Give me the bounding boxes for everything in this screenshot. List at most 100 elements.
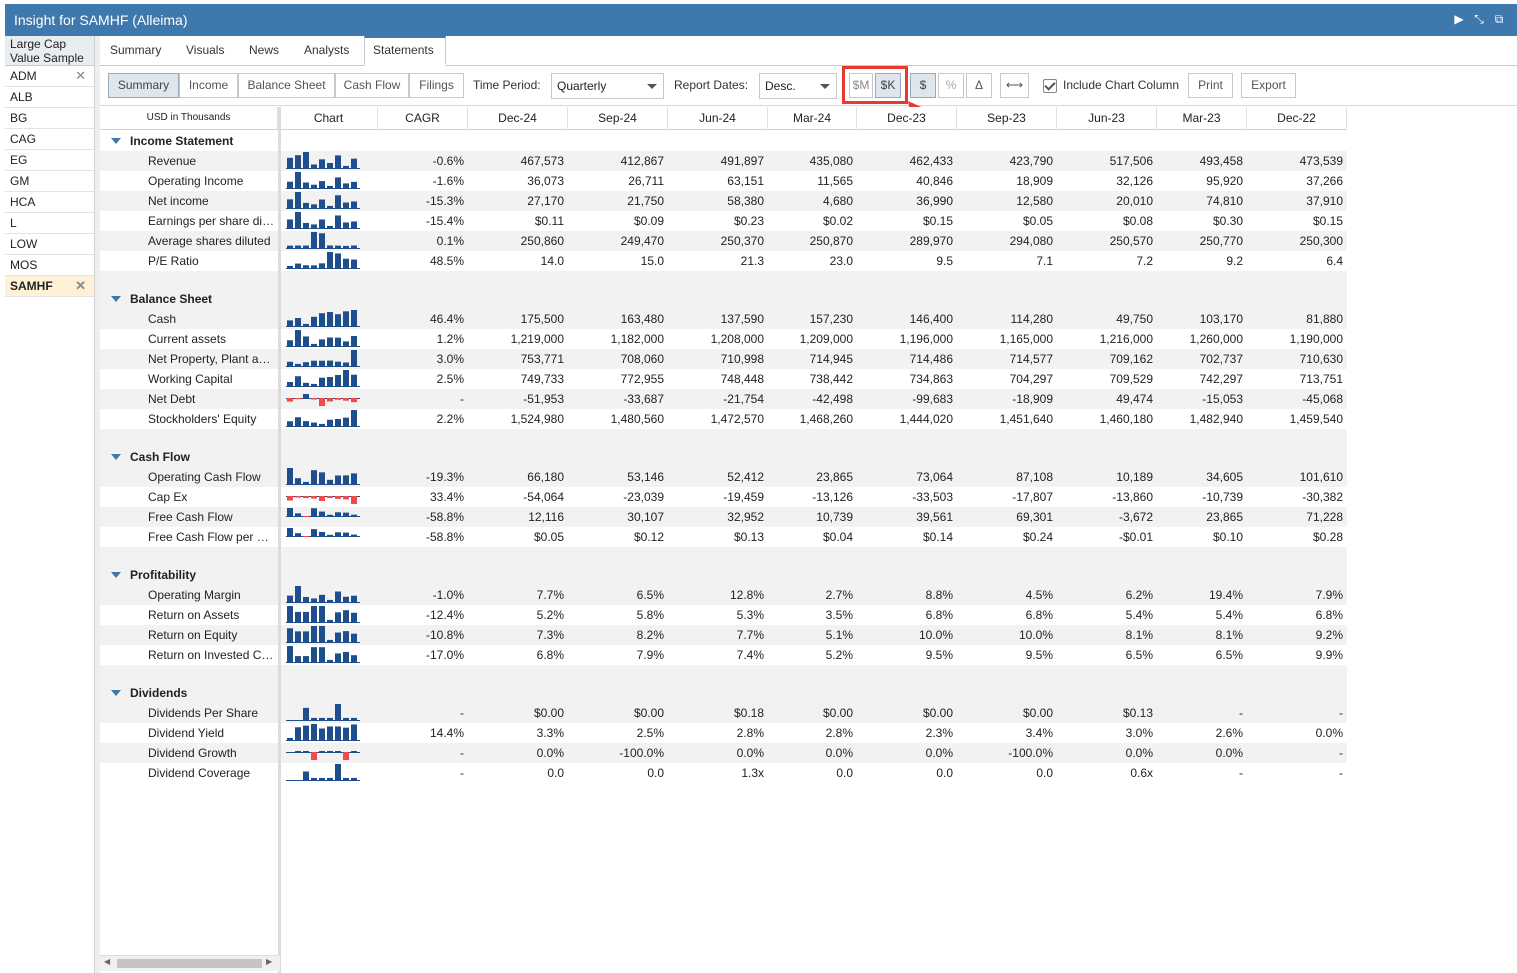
table-cell: 7.2 [1136, 254, 1153, 268]
table-cell: 7.9% [636, 648, 664, 662]
tab-statements[interactable]: Statements [364, 36, 446, 66]
table-row[interactable]: Net Property, Plant and Equipment 3.0% 753… [100, 349, 1347, 369]
table-cell: -33,687 [623, 392, 664, 406]
collapse-triangle-icon[interactable] [111, 454, 121, 460]
remove-icon[interactable]: ✕ [75, 66, 86, 86]
tab-summary[interactable]: Summary [110, 36, 161, 66]
table-row[interactable]: Free Cash Flow -58.8% 12,116 30,107 32,952 10… [100, 507, 1347, 527]
table-row[interactable]: Working Capital 2.5% 749,733 772,955 748,448… [100, 369, 1347, 389]
expand-columns-button[interactable]: ⟷ [1000, 73, 1029, 98]
percent-button[interactable]: % [938, 73, 964, 98]
subtab-summary-button[interactable]: Summary [108, 73, 179, 98]
table-row[interactable]: Dividend Growth - 0.0% -100.0% 0.0% 0.0% 0.0% -… [100, 743, 1347, 763]
table-row[interactable]: Revenue -0.6% 467,573 412,867 491,897 435,080… [100, 151, 1347, 171]
table-cell: -54,064 [523, 490, 564, 504]
period-header[interactable]: Dec-22 [1247, 107, 1347, 130]
period-header[interactable]: Sep-23 [957, 107, 1057, 130]
tab-analysts[interactable]: Analysts [304, 36, 349, 66]
sparkline-bar [303, 362, 309, 366]
horizontal-scrollbar[interactable]: ◀ ▶ [100, 955, 280, 971]
table-row[interactable]: Return on Equity -10.8% 7.3% 8.2% 7.7% 5.1% 10… [100, 625, 1347, 645]
sample-list-item[interactable]: L [5, 213, 94, 234]
sparkline-chart [286, 468, 360, 485]
section-header[interactable]: Dividends [100, 683, 1347, 703]
collapse-triangle-icon[interactable] [111, 138, 121, 144]
period-header[interactable]: Dec-24 [468, 107, 568, 130]
sparkline-bar [287, 199, 293, 208]
table-cell: 1,460,180 [1099, 412, 1153, 426]
tab-visuals[interactable]: Visuals [186, 36, 224, 66]
sparkline-bar [311, 343, 317, 346]
row-label: Working Capital [148, 372, 233, 386]
period-header[interactable]: Dec-23 [857, 107, 957, 130]
table-row[interactable]: Dividends Per Share - $0.00 $0.00 $0.18 $0.00… [100, 703, 1347, 723]
subtab-income-button[interactable]: Income [179, 73, 238, 98]
subtab-filings-button[interactable]: Filings [409, 73, 464, 98]
table-row[interactable]: Stockholders' Equity 2.2% 1,524,980 1,480,5… [100, 409, 1347, 429]
table-row[interactable]: Net Debt - -51,953 -33,687 -21,754 -42,498 -99… [100, 389, 1347, 409]
section-header[interactable]: Cash Flow [100, 447, 1347, 467]
collapse-triangle-icon[interactable] [111, 572, 121, 578]
sparkline-bar [319, 377, 325, 386]
sample-list-item[interactable]: GM [5, 171, 94, 192]
sample-list-item[interactable]: EG [5, 150, 94, 171]
subtab-cash-flow-button[interactable]: Cash Flow [335, 73, 409, 98]
table-row[interactable]: Earnings per share diluted -15.4% $0.11 $0.… [100, 211, 1347, 231]
table-row[interactable]: Dividend Coverage - 0.0 0.0 1.3x 0.0 0.0 0.0 0.6… [100, 763, 1347, 783]
export-button[interactable]: Export [1241, 73, 1296, 98]
table-row[interactable]: Cap Ex 33.4% -54,064 -23,039 -19,459 -13,126 -… [100, 487, 1347, 507]
table-row[interactable]: P/E Ratio 48.5% 14.0 15.0 21.3 23.0 9.5 7.1 7.2 9… [100, 251, 1347, 271]
print-button[interactable]: Print [1188, 73, 1233, 98]
ticker-label: GM [10, 174, 30, 188]
sample-list-item[interactable]: ADM ✕ [5, 66, 94, 87]
sample-list-item[interactable]: SAMHF ✕ [5, 276, 94, 297]
period-header[interactable]: Jun-24 [668, 107, 768, 130]
scrollbar-thumb[interactable] [117, 959, 262, 968]
sample-list-item[interactable]: ALB [5, 87, 94, 108]
period-header[interactable]: Mar-23 [1157, 107, 1247, 130]
period-header[interactable]: Mar-24 [768, 107, 857, 130]
table-row[interactable]: Dividend Yield 14.4% 3.3% 2.5% 2.8% 2.8% 2.3% 3… [100, 723, 1347, 743]
table-row[interactable]: Cash 46.4% 175,500 163,480 137,590 157,230 146… [100, 309, 1347, 329]
table-row[interactable]: Average shares diluted 0.1% 250,860 249,470… [100, 231, 1347, 251]
tab-news[interactable]: News [249, 36, 279, 66]
sample-list-item[interactable]: LOW [5, 234, 94, 255]
section-header[interactable]: Balance Sheet [100, 289, 1347, 309]
sparkline-bar [335, 215, 341, 228]
sample-list-item[interactable]: BG [5, 108, 94, 129]
sparkline-chart [286, 508, 360, 517]
delta-button[interactable]: Δ [966, 73, 992, 98]
table-row[interactable]: Return on Invested Capital -17.0% 6.8% 7.9%… [100, 645, 1347, 665]
time-period-select[interactable]: Quarterly [551, 73, 664, 99]
table-row[interactable]: Free Cash Flow per Share -58.8% $0.05 $0.12… [100, 527, 1347, 547]
scroll-right-icon[interactable]: ▶ [266, 957, 272, 966]
dollar-button[interactable]: $ [910, 73, 936, 98]
collapse-triangle-icon[interactable] [111, 690, 121, 696]
section-header[interactable]: Profitability [100, 565, 1347, 585]
sparkline-bar [335, 398, 341, 400]
table-row[interactable]: Operating Margin -1.0% 7.7% 6.5% 12.8% 2.7% 8.… [100, 585, 1347, 605]
scroll-left-icon[interactable]: ◀ [104, 957, 110, 966]
table-cell: 0.0 [1036, 766, 1053, 780]
table-row[interactable]: Operating Cash Flow -19.3% 66,180 53,146 52,… [100, 467, 1347, 487]
table-row[interactable]: Net income -15.3% 27,170 21,750 58,380 4,680 3… [100, 191, 1347, 211]
minimize-arrows-icon[interactable]: ⤡ [1472, 11, 1486, 27]
include-chart-checkbox[interactable] [1043, 79, 1057, 93]
sample-list-item[interactable]: CAG [5, 129, 94, 150]
remove-icon[interactable]: ✕ [75, 276, 86, 296]
sample-list-item[interactable]: MOS [5, 255, 94, 276]
popout-icon[interactable]: ⧉ [1492, 11, 1506, 27]
table-row[interactable]: Current assets 1.2% 1,219,000 1,182,000 1,20… [100, 329, 1347, 349]
period-header[interactable]: Jun-23 [1057, 107, 1157, 130]
sparkline-bar [287, 340, 293, 346]
sparkline-bar [319, 339, 325, 346]
collapse-arrow-icon[interactable]: ▶ [1452, 11, 1466, 27]
sample-list-item[interactable]: HCA [5, 192, 94, 213]
collapse-triangle-icon[interactable] [111, 296, 121, 302]
table-row[interactable]: Operating Income -1.6% 36,073 26,711 63,151 1… [100, 171, 1347, 191]
table-row[interactable]: Return on Assets -12.4% 5.2% 5.8% 5.3% 3.5% 6.… [100, 605, 1347, 625]
report-dates-select[interactable]: Desc. [759, 73, 837, 99]
subtab-balance-sheet-button[interactable]: Balance Sheet [238, 73, 335, 98]
period-header[interactable]: Sep-24 [568, 107, 668, 130]
section-header[interactable]: Income Statement [100, 131, 1347, 151]
